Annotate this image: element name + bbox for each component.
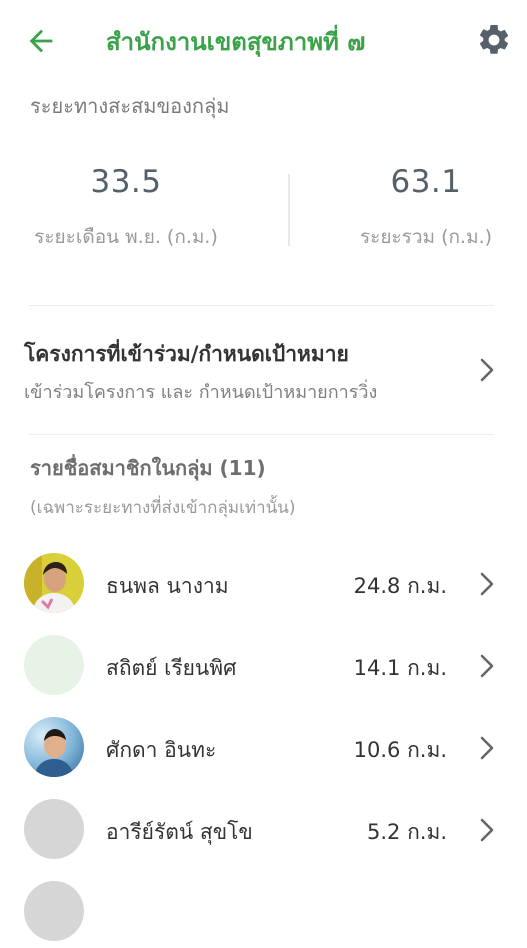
member-distance: 24.8 ก.ม. (353, 574, 447, 598)
chevron-right-icon (480, 572, 494, 596)
member-name: อารีย์รัตน์ สุขโข (106, 820, 253, 844)
monthly-distance-caption: ระยะเดือน พ.ย. (ก.ม.) (34, 226, 218, 248)
monthly-distance-stat: 33.5 ระยะเดือน พ.ย. (ก.ม.) (16, 164, 236, 252)
member-photo-icon (24, 553, 84, 613)
member-distance: 10.6 ก.ม. (353, 738, 447, 762)
page-title: สำนักงานเขตสุขภาพที่ ๗ (106, 28, 366, 56)
chevron-right-icon (480, 358, 494, 382)
members-note: (เฉพาะระยะทางที่ส่งเข้ากลุ่มเท่านั้น) (30, 498, 296, 518)
member-row[interactable]: ธนพล นางาม 24.8 ก.ม. (0, 548, 527, 620)
chevron-right-icon (480, 654, 494, 678)
stat-divider (288, 174, 290, 246)
member-row[interactable]: อารีย์รัตน์ สุขโข 5.2 ก.ม. (0, 794, 527, 866)
total-distance-stat: 63.1 ระยะรวม (ก.ม.) (316, 164, 527, 252)
member-name: ธนพล นางาม (106, 574, 229, 598)
member-name: ศักดา อินทะ (106, 738, 217, 762)
member-row[interactable]: สถิตย์ เรียนพิศ 14.1 ก.ม. (0, 630, 527, 702)
project-goal-row[interactable]: โครงการที่เข้าร่วม/กำหนดเป้าหมาย เข้าร่ว… (0, 322, 527, 418)
settings-gear-icon[interactable] (476, 22, 512, 58)
app-bar: สำนักงานเขตสุขภาพที่ ๗ (0, 0, 527, 80)
member-row[interactable]: ศักดา อินทะ 10.6 ก.ม. (0, 712, 527, 784)
total-distance-caption: ระยะรวม (ก.ม.) (359, 226, 493, 248)
avatar-placeholder (24, 799, 84, 859)
member-distance: 5.2 ก.ม. (367, 820, 447, 844)
back-arrow-icon[interactable] (24, 24, 58, 58)
chevron-right-icon (480, 818, 494, 842)
project-title: โครงการที่เข้าร่วม/กำหนดเป้าหมาย (24, 342, 349, 366)
avatar-placeholder (24, 635, 84, 695)
member-photo-icon (24, 717, 84, 777)
section-divider (28, 434, 494, 435)
chevron-right-icon (480, 736, 494, 760)
project-subtitle: เข้าร่วมโครงการ และ กำหนดเป้าหมายการวิ่ง (24, 382, 378, 403)
avatar (24, 717, 84, 777)
section-divider (28, 305, 494, 306)
member-row-partial[interactable] (0, 876, 527, 948)
avatar-placeholder (24, 881, 84, 941)
avatar (24, 553, 84, 613)
monthly-distance-value: 33.5 (90, 164, 162, 200)
member-distance: 14.1 ก.ม. (353, 656, 447, 680)
member-name: สถิตย์ เรียนพิศ (106, 656, 237, 680)
total-distance-value: 63.1 (390, 164, 462, 200)
group-distance-heading: ระยะทางสะสมของกลุ่ม (30, 94, 230, 118)
members-heading: รายชื่อสมาชิกในกลุ่ม (11) (30, 456, 266, 480)
